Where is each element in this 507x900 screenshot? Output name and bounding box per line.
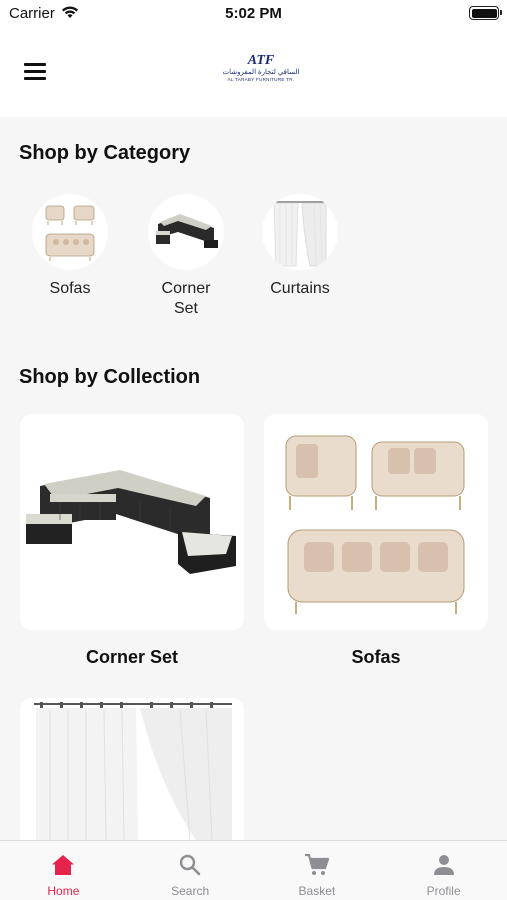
hamburger-menu-icon[interactable] [24, 63, 46, 80]
logo-mark: ATF [247, 53, 275, 68]
clock: 5:02 PM [225, 5, 282, 22]
logo-english: AL TARABY FURNITURE TR. [227, 77, 295, 82]
category-item-curtains[interactable]: Curtains [255, 194, 345, 299]
collection-label-sofas: Sofas [351, 647, 401, 667]
cart-icon [304, 853, 330, 882]
profile-icon [432, 853, 456, 882]
sofas-image [285, 435, 465, 614]
collection-card-sofas[interactable] [264, 414, 488, 630]
tab-label-search: Search [171, 884, 210, 898]
status-bar: Carrier 5:02 PM [0, 0, 507, 28]
category-label-corner-set: Corner Set [161, 280, 211, 317]
curtain-icon [262, 194, 338, 270]
collection-card-corner-set[interactable] [20, 414, 244, 630]
corner-set-image [26, 470, 236, 574]
corner-set-icon [148, 194, 224, 270]
bottom-tab-bar: Home Search Basket Profile [0, 840, 507, 900]
curtains-image [34, 702, 232, 840]
category-item-corner-set[interactable]: Corner Set [141, 194, 231, 319]
app-header: ATF الساقي لتجارة المفروشات AL TARABY FU… [0, 28, 507, 117]
logo-arabic: الساقي لتجارة المفروشات [222, 69, 300, 76]
category-label-sofas: Sofas [49, 280, 91, 297]
home-icon [51, 853, 75, 882]
tab-search[interactable]: Search [127, 841, 254, 900]
battery-icon [469, 6, 502, 20]
category-section-title: Shop by Category [19, 142, 191, 164]
sofa-icon [32, 194, 108, 270]
collection-card-curtains[interactable] [20, 698, 244, 840]
collection-section-title: Shop by Collection [19, 366, 201, 388]
tab-label-home: Home [47, 884, 80, 898]
brand-logo: ATF الساقي لتجارة المفروشات AL TARABY FU… [218, 54, 304, 86]
tab-basket[interactable]: Basket [254, 841, 381, 900]
tab-label-profile: Profile [426, 884, 461, 898]
search-icon [178, 853, 202, 882]
collection-label-corner-set: Corner Set [85, 647, 179, 667]
category-label-curtains: Curtains [270, 280, 330, 297]
tab-label-basket: Basket [298, 884, 336, 898]
tab-profile[interactable]: Profile [380, 841, 507, 900]
tab-home[interactable]: Home [0, 841, 127, 900]
category-item-sofas[interactable]: Sofas [25, 194, 115, 299]
